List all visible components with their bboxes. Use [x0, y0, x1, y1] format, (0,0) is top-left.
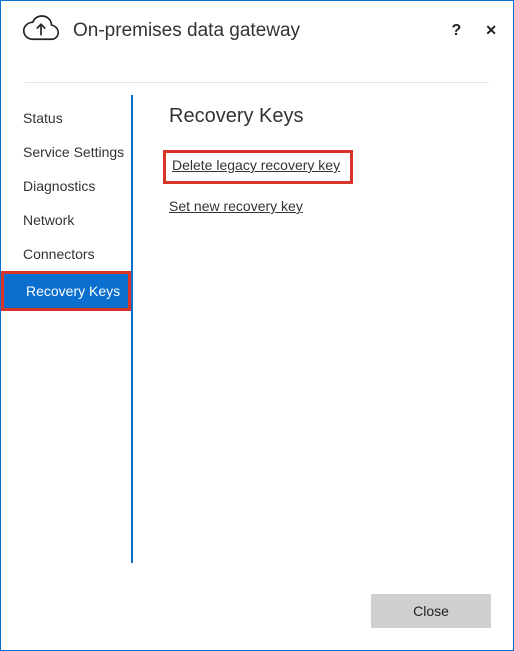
footer: Close: [371, 594, 491, 628]
sidebar-item-connectors[interactable]: Connectors: [1, 237, 131, 271]
sidebar-item-status[interactable]: Status: [1, 101, 131, 135]
delete-legacy-recovery-key-link[interactable]: Delete legacy recovery key: [172, 157, 340, 173]
set-new-link-wrap: Set new recovery key: [169, 198, 489, 216]
gateway-window: On-premises data gateway ? ✕ Status Serv…: [0, 0, 514, 651]
delete-link-highlight: Delete legacy recovery key: [163, 150, 353, 184]
content-pane: Recovery Keys Delete legacy recovery key…: [133, 95, 513, 563]
close-icon[interactable]: ✕: [483, 22, 499, 39]
set-new-recovery-key-link[interactable]: Set new recovery key: [169, 198, 303, 214]
cloud-upload-icon: [23, 13, 59, 48]
sidebar-item-recovery-keys[interactable]: Recovery Keys: [1, 271, 131, 311]
sidebar-item-network[interactable]: Network: [1, 203, 131, 237]
sidebar: Status Service Settings Diagnostics Netw…: [1, 95, 133, 563]
close-button[interactable]: Close: [371, 594, 491, 628]
help-icon[interactable]: ?: [451, 22, 461, 40]
sidebar-item-service-settings[interactable]: Service Settings: [1, 135, 131, 169]
app-title: On-premises data gateway: [73, 20, 300, 42]
titlebar: On-premises data gateway ? ✕: [1, 1, 513, 54]
page-heading: Recovery Keys: [169, 105, 489, 128]
body: Status Service Settings Diagnostics Netw…: [1, 83, 513, 563]
sidebar-item-diagnostics[interactable]: Diagnostics: [1, 169, 131, 203]
